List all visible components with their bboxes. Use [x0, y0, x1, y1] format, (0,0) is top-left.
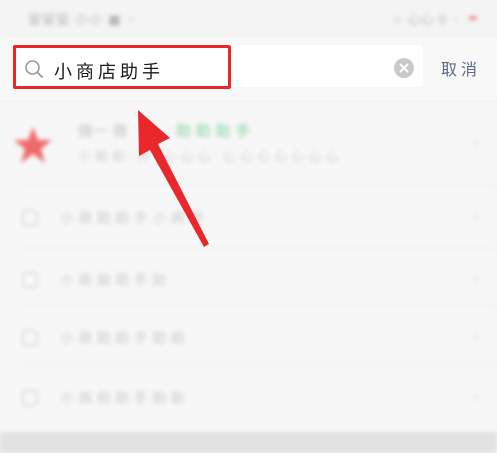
- chevron-right-icon: ›: [472, 207, 479, 226]
- list-item-label: 小 商 助 助 手 助 助: [60, 331, 185, 347]
- divider: [20, 364, 497, 365]
- list-item[interactable]: 小 商 助 助 手 小 商 助 ›: [0, 190, 497, 246]
- top-result-description: 小 助 助 · 开 · 心 心 心 · 心 心 心 心 心 心 心: [78, 150, 339, 165]
- top-result-tag: 助 助 助 手: [176, 122, 251, 140]
- search-query-text[interactable]: 小商店助手: [54, 58, 164, 84]
- clear-icon[interactable]: [394, 58, 414, 78]
- divider: [20, 306, 497, 307]
- result-icon: [22, 272, 38, 288]
- divider: [20, 186, 497, 187]
- star-icon: [12, 124, 54, 170]
- bottom-bar: [0, 432, 497, 453]
- chevron-right-icon: ›: [472, 269, 479, 288]
- list-item[interactable]: 小 商 助 助 手 助 ›: [0, 252, 497, 308]
- result-icon: [22, 390, 38, 406]
- divider: [20, 248, 497, 249]
- status-right-text: ☆ 心心 ⚲ ◦: [391, 13, 459, 28]
- list-item[interactable]: 小 商 助 助 手 助 助 ›: [0, 310, 497, 366]
- list-item-label: 小 商 助 助 手 助 助: [60, 391, 185, 407]
- chevron-right-icon: ›: [472, 327, 479, 346]
- top-result-title: 微一 微: [78, 122, 128, 140]
- chevron-right-icon: ›: [472, 387, 479, 406]
- status-left-text: 留留留 小小 ■ ◦: [28, 13, 136, 28]
- search-results: 微一 微 助 助 助 手 小 助 助 · 开 · 心 心 心 · 心 心 心 心…: [0, 102, 497, 432]
- search-icon: [24, 59, 44, 83]
- list-item[interactable]: 小 商 助 助 手 助 助 ›: [0, 370, 497, 426]
- battery-icon: [469, 16, 477, 20]
- status-bar: 留留留 小小 ■ ◦ ☆ 心心 ⚲ ◦: [0, 0, 497, 38]
- cancel-button[interactable]: 取消: [441, 56, 481, 80]
- list-item-label: 小 商 助 助 手 小 商 助: [60, 211, 204, 227]
- chevron-right-icon: ›: [472, 132, 479, 151]
- list-item-label: 小 商 助 助 手 助: [60, 273, 167, 289]
- result-icon: [22, 330, 38, 346]
- result-icon: [22, 210, 38, 226]
- top-result[interactable]: 微一 微 助 助 助 手 小 助 助 · 开 · 心 心 心 · 心 心 心 心…: [0, 102, 497, 186]
